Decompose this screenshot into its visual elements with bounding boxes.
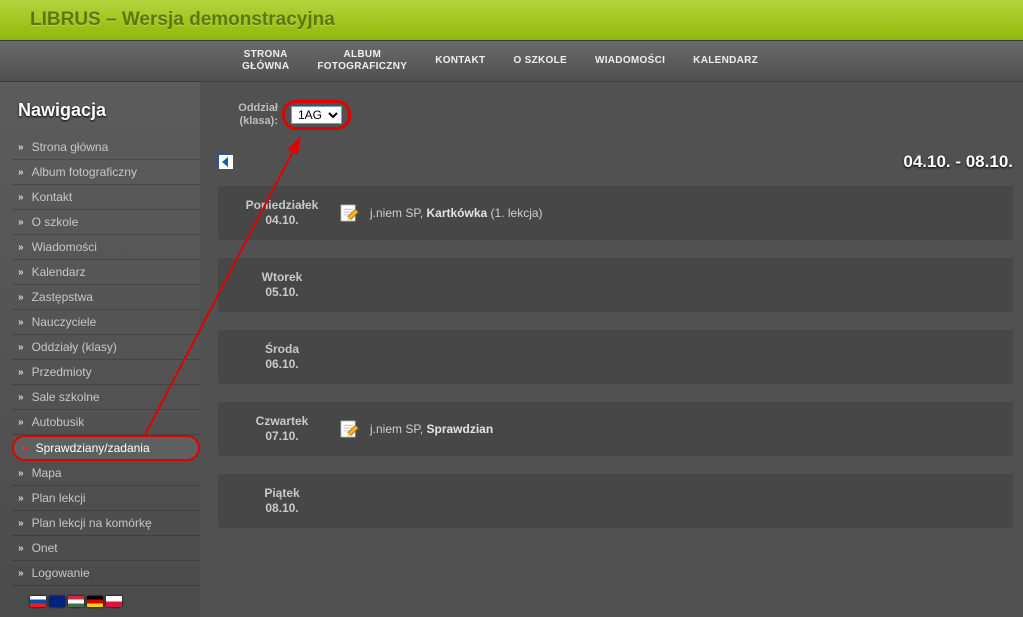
- tab-contact[interactable]: KONTAKT: [423, 51, 497, 71]
- sidebar-item-label: Kontakt: [32, 190, 73, 204]
- sidebar-item-label: Sale szkolne: [32, 390, 100, 404]
- main-content: Oddział (klasa): 1AG 04.10. - 08.10. Pon…: [200, 82, 1023, 617]
- chevron-icon: »: [22, 443, 28, 454]
- tab-about[interactable]: O SZKOLE: [501, 51, 579, 71]
- sidebar-item-2[interactable]: » Kontakt: [12, 185, 200, 210]
- day-header: Wtorek05.10.: [232, 270, 332, 300]
- day-block: Czwartek07.10. j.niem SP, Sprawdzian: [218, 402, 1013, 456]
- sidebar-item-label: Sprawdziany/zadania: [36, 441, 150, 455]
- sidebar-nav: » Strona główna » Album fotograficzny » Konta…: [12, 135, 200, 586]
- chevron-icon: »: [18, 317, 24, 328]
- chevron-icon: »: [18, 392, 24, 403]
- prev-week-button[interactable]: [218, 154, 234, 170]
- chevron-icon: »: [18, 142, 24, 153]
- sidebar-item-label: Wiadomości: [32, 240, 97, 254]
- sidebar-item-7[interactable]: » Nauczyciele: [12, 310, 200, 335]
- sidebar-item-17[interactable]: » Logowanie: [12, 561, 200, 586]
- sidebar-item-label: O szkole: [32, 215, 79, 229]
- sidebar-item-label: Album fotograficzny: [32, 165, 137, 179]
- sidebar-item-16[interactable]: » Onet: [12, 536, 200, 561]
- sidebar-title: Nawigacja: [18, 100, 200, 121]
- class-select-highlight: 1AG: [282, 100, 351, 130]
- chevron-icon: »: [18, 342, 24, 353]
- flag-uk[interactable]: [49, 596, 65, 607]
- sidebar-item-6[interactable]: » Zastępstwa: [12, 285, 200, 310]
- language-flags: [30, 596, 200, 607]
- day-header: Piątek08.10.: [232, 486, 332, 516]
- sidebar-item-label: Strona główna: [32, 140, 109, 154]
- event-text: j.niem SP, Sprawdzian: [370, 422, 493, 436]
- sidebar-item-label: Kalendarz: [32, 265, 86, 279]
- flag-sk[interactable]: [30, 596, 46, 607]
- sidebar-item-11[interactable]: » Autobusik: [12, 410, 200, 435]
- top-nav: STRONA GŁÓWNA ALBUM FOTOGRAFICZNY KONTAK…: [0, 40, 1023, 82]
- arrow-left-icon: [221, 157, 231, 167]
- event[interactable]: j.niem SP, Kartkówka (1. lekcja): [338, 202, 543, 224]
- chevron-icon: »: [18, 167, 24, 178]
- class-selector-row: Oddział (klasa): 1AG: [218, 100, 1013, 130]
- sidebar-item-label: Plan lekcji: [32, 491, 86, 505]
- chevron-icon: »: [18, 518, 24, 529]
- sidebar-item-13[interactable]: » Mapa: [12, 461, 200, 486]
- event[interactable]: j.niem SP, Sprawdzian: [338, 418, 493, 440]
- sidebar-item-5[interactable]: » Kalendarz: [12, 260, 200, 285]
- chevron-icon: »: [18, 493, 24, 504]
- flag-de[interactable]: [87, 596, 103, 607]
- day-header: Poniedziałek04.10.: [232, 198, 332, 228]
- week-nav: 04.10. - 08.10.: [218, 152, 1013, 172]
- sidebar-item-9[interactable]: » Przedmioty: [12, 360, 200, 385]
- tab-news[interactable]: WIADOMOŚCI: [583, 51, 677, 71]
- chevron-icon: »: [18, 543, 24, 554]
- sidebar-item-label: Nauczyciele: [32, 315, 97, 329]
- chevron-icon: »: [18, 568, 24, 579]
- chevron-icon: »: [18, 242, 24, 253]
- sidebar-item-label: Mapa: [32, 466, 62, 480]
- header: LIBRUS – Wersja demonstracyjna: [0, 0, 1023, 40]
- chevron-icon: »: [18, 417, 24, 428]
- sidebar-item-label: Przedmioty: [32, 365, 92, 379]
- sidebar-item-15[interactable]: » Plan lekcji na komórkę: [12, 511, 200, 536]
- sidebar-item-10[interactable]: » Sale szkolne: [12, 385, 200, 410]
- sidebar-item-label: Zastępstwa: [32, 290, 93, 304]
- class-select[interactable]: 1AG: [291, 106, 342, 124]
- day-block: Wtorek05.10.: [218, 258, 1013, 312]
- day-block: Poniedziałek04.10. j.niem SP, Kartkówka (…: [218, 186, 1013, 240]
- sidebar-item-14[interactable]: » Plan lekcji: [12, 486, 200, 511]
- tab-album[interactable]: ALBUM FOTOGRAFICZNY: [305, 45, 419, 77]
- tab-home[interactable]: STRONA GŁÓWNA: [230, 45, 301, 77]
- note-icon: [338, 418, 360, 440]
- flag-pl[interactable]: [106, 596, 122, 607]
- sidebar-item-1[interactable]: » Album fotograficzny: [12, 160, 200, 185]
- note-icon: [338, 202, 360, 224]
- day-header: Czwartek07.10.: [232, 414, 332, 444]
- sidebar-item-4[interactable]: » Wiadomości: [12, 235, 200, 260]
- app-title: LIBRUS – Wersja demonstracyjna: [30, 9, 335, 31]
- flag-hu[interactable]: [68, 596, 84, 607]
- sidebar-item-label: Onet: [32, 541, 58, 555]
- day-block: Piątek08.10.: [218, 474, 1013, 528]
- chevron-icon: »: [18, 468, 24, 479]
- tab-calendar[interactable]: KALENDARZ: [681, 51, 770, 71]
- class-label: Oddział (klasa):: [218, 102, 278, 128]
- chevron-icon: »: [18, 192, 24, 203]
- sidebar-item-label: Oddziały (klasy): [32, 340, 117, 354]
- sidebar-item-label: Logowanie: [32, 566, 90, 580]
- chevron-icon: »: [18, 367, 24, 378]
- sidebar: Nawigacja » Strona główna » Album fotografi…: [0, 82, 200, 617]
- sidebar-item-0[interactable]: » Strona główna: [12, 135, 200, 160]
- sidebar-item-3[interactable]: » O szkole: [12, 210, 200, 235]
- sidebar-item-label: Autobusik: [32, 415, 85, 429]
- chevron-icon: »: [18, 292, 24, 303]
- event-text: j.niem SP, Kartkówka (1. lekcja): [370, 206, 543, 220]
- sidebar-item-label: Plan lekcji na komórkę: [32, 516, 152, 530]
- sidebar-item-8[interactable]: » Oddziały (klasy): [12, 335, 200, 360]
- chevron-icon: »: [18, 267, 24, 278]
- sidebar-item-12[interactable]: » Sprawdziany/zadania: [12, 435, 200, 461]
- chevron-icon: »: [18, 217, 24, 228]
- date-range: 04.10. - 08.10.: [903, 152, 1013, 172]
- day-header: Środa06.10.: [232, 342, 332, 372]
- day-block: Środa06.10.: [218, 330, 1013, 384]
